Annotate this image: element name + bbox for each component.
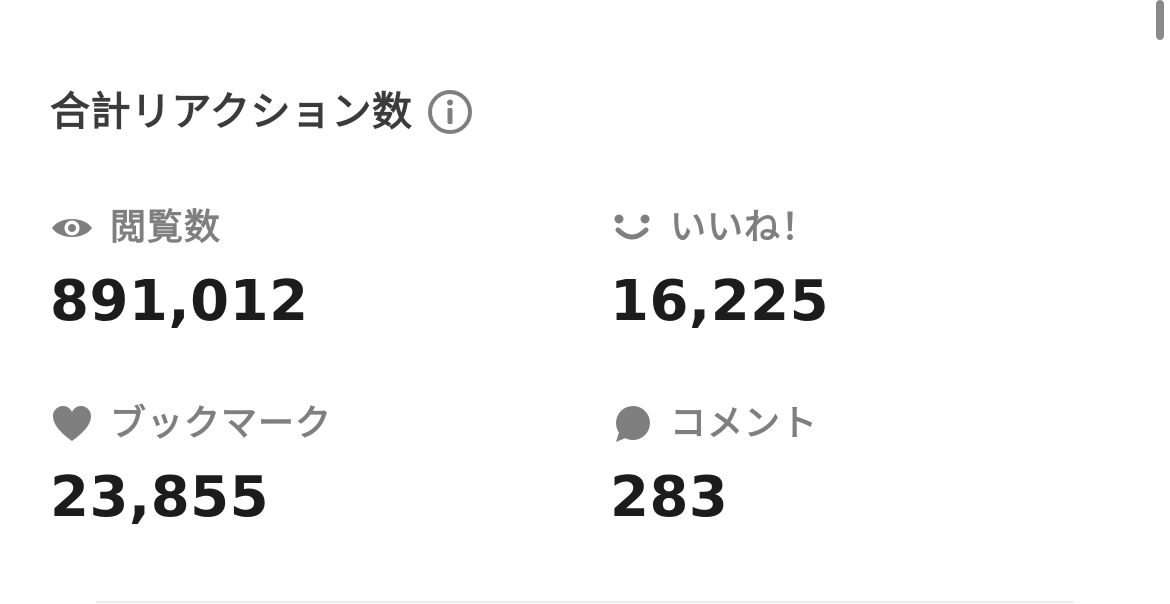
info-circle-icon[interactable] (427, 89, 473, 135)
speech-bubble-icon (610, 402, 654, 446)
stat-likes-value: 16,225 (610, 269, 830, 334)
stat-bookmarks: ブックマーク 23,855 (50, 399, 570, 533)
section-header: 合計リアクション数 (50, 84, 473, 140)
stat-likes: いいね！ 16,225 (610, 203, 1130, 337)
stat-comments-label: コメント (670, 403, 819, 444)
stat-views-value: 891,012 (50, 269, 309, 334)
scrollbar[interactable] (1156, 0, 1164, 40)
stat-views-label-row: 閲覧数 (50, 203, 570, 253)
stat-bookmarks-label-row: ブックマーク (50, 399, 570, 449)
stat-comments-label-row: コメント (610, 399, 1130, 449)
stat-views: 閲覧数 891,012 (50, 203, 570, 337)
stat-likes-label-row: いいね！ (610, 203, 1130, 253)
heart-icon (50, 402, 94, 446)
stat-bookmarks-value: 23,855 (50, 465, 270, 530)
stat-likes-label: いいね！ (670, 207, 819, 248)
smile-icon (610, 206, 654, 250)
stat-comments: コメント 283 (610, 399, 1130, 533)
stat-comments-value: 283 (610, 465, 729, 530)
stat-bookmarks-label: ブックマーク (110, 403, 333, 444)
stat-views-label: 閲覧数 (110, 207, 222, 248)
divider (96, 601, 1074, 603)
eye-icon (50, 206, 94, 250)
section-title: 合計リアクション数 (50, 89, 413, 135)
